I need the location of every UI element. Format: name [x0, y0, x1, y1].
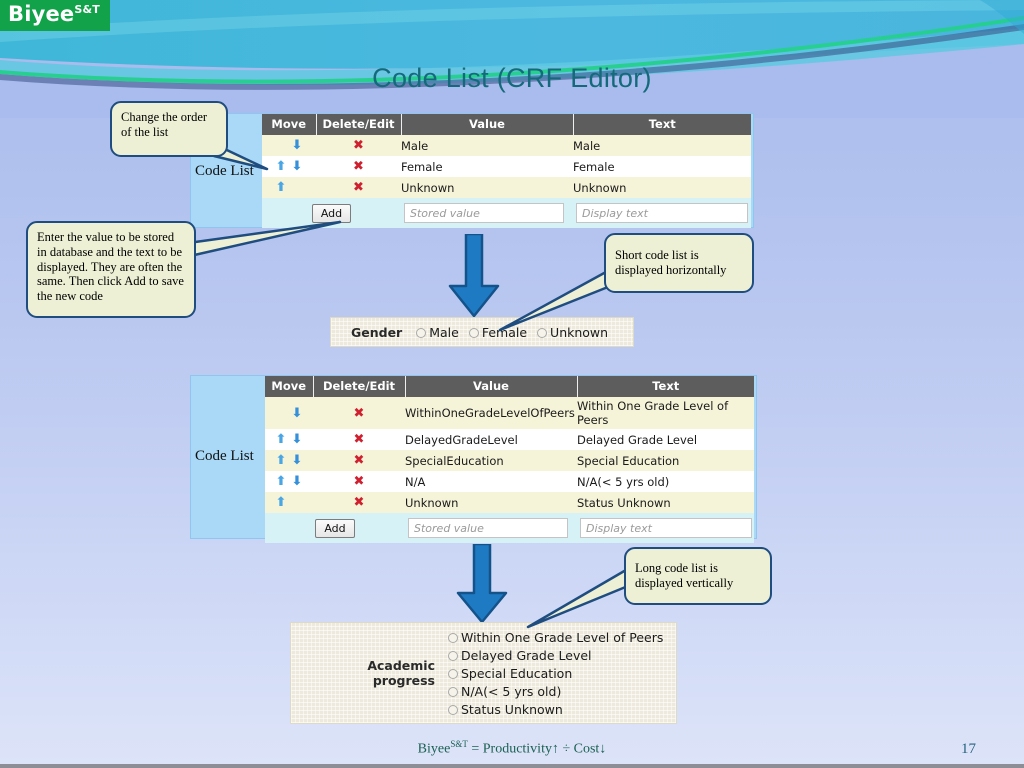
- callout-short-code-list: Short code list is displayed horizontall…: [604, 233, 754, 293]
- callout-long-code-list-text: Long code list is displayed vertically: [635, 561, 734, 590]
- callout-change-order-text: Change the order of the list: [121, 110, 208, 139]
- callout-short-code-list-text: Short code list is displayed horizontall…: [615, 248, 727, 277]
- slide-canvas: Biyee S&T Code List (CRF Editor) Change t…: [0, 0, 1024, 768]
- callout-change-order: Change the order of the list: [110, 101, 228, 157]
- callout-enter-value: Enter the value to be stored in database…: [26, 221, 196, 318]
- callout-enter-value-text: Enter the value to be stored in database…: [37, 230, 184, 303]
- callout-long-code-list: Long code list is displayed vertically: [624, 547, 772, 605]
